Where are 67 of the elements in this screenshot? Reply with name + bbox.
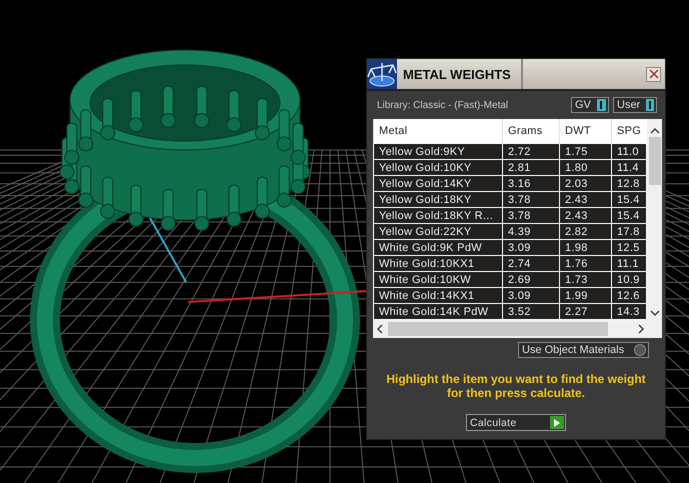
table-cell[interactable]: White Gold:14K PdW bbox=[374, 304, 502, 320]
table-cell[interactable]: 11.4 bbox=[612, 160, 646, 176]
table-cell[interactable]: 2.27 bbox=[560, 304, 612, 320]
table-cell[interactable]: 1.75 bbox=[560, 144, 612, 160]
table-cell[interactable]: 15.4 bbox=[612, 192, 646, 208]
table-cell[interactable]: 2.81 bbox=[502, 160, 560, 176]
table-cell[interactable]: Yellow Gold:18KY R... bbox=[374, 208, 502, 224]
table-cell[interactable]: White Gold:10KX1 bbox=[374, 256, 502, 272]
table-cell[interactable]: 2.82 bbox=[560, 224, 612, 240]
scroll-down-icon[interactable] bbox=[650, 309, 660, 317]
library-label: Library: Classic - (Fast)-Metal bbox=[377, 100, 510, 110]
table-cell[interactable]: 2.43 bbox=[560, 208, 612, 224]
close-icon bbox=[648, 69, 658, 79]
table-cell[interactable]: 3.09 bbox=[502, 288, 560, 304]
gv-toggle[interactable]: GV bbox=[571, 97, 609, 113]
table-cell[interactable]: White Gold:9K PdW bbox=[374, 240, 502, 256]
table-cell[interactable]: Yellow Gold:18KY bbox=[374, 192, 502, 208]
table-cell[interactable]: 2.72 bbox=[502, 144, 560, 160]
table-cell[interactable]: White Gold:14KX1 bbox=[374, 288, 502, 304]
use-object-materials-toggle[interactable]: Use Object Materials bbox=[518, 342, 649, 358]
table-cell[interactable]: 12.8 bbox=[612, 176, 646, 192]
table-cell[interactable]: Yellow Gold:22KY bbox=[374, 224, 502, 240]
scrollbar-thumb[interactable] bbox=[388, 322, 608, 336]
table-cell[interactable]: White Gold:10KW bbox=[374, 272, 502, 288]
horizontal-scrollbar[interactable] bbox=[373, 320, 662, 338]
table-cell[interactable]: 2.43 bbox=[560, 192, 612, 208]
user-toggle[interactable]: User bbox=[613, 97, 657, 113]
play-icon bbox=[550, 416, 564, 429]
table-cell[interactable]: 2.69 bbox=[502, 272, 560, 288]
table-cell[interactable]: 3.16 bbox=[502, 176, 560, 192]
table-cell[interactable]: 3.09 bbox=[502, 240, 560, 256]
vertical-scrollbar[interactable] bbox=[647, 119, 662, 320]
axis-line bbox=[149, 218, 187, 282]
table-cell[interactable]: 1.80 bbox=[560, 160, 612, 176]
table-cell[interactable]: 11.0 bbox=[612, 144, 646, 160]
table-cell[interactable]: Yellow Gold:10KY bbox=[374, 160, 502, 176]
table-cell[interactable]: 2.74 bbox=[502, 256, 560, 272]
calculate-button[interactable]: Calculate bbox=[466, 414, 566, 431]
table-cell[interactable]: 10.9 bbox=[612, 272, 646, 288]
close-button[interactable] bbox=[646, 66, 661, 82]
table-cell[interactable]: 15.4 bbox=[612, 208, 646, 224]
table-cell[interactable]: 12.6 bbox=[612, 288, 646, 304]
table-cell[interactable]: 11.1 bbox=[612, 256, 646, 272]
table-cell[interactable]: Yellow Gold:14KY bbox=[374, 176, 502, 192]
scroll-right-icon[interactable] bbox=[637, 324, 645, 334]
instruction-text: Highlight the item you want to find the weight for then press calculate. bbox=[385, 372, 647, 400]
table-cell[interactable]: 4.39 bbox=[502, 224, 560, 240]
table-cell[interactable]: 1.76 bbox=[560, 256, 612, 272]
table-cell[interactable]: 3.78 bbox=[502, 192, 560, 208]
scales-icon bbox=[367, 59, 397, 89]
table-cell[interactable]: 3.78 bbox=[502, 208, 560, 224]
scrollbar-thumb[interactable] bbox=[648, 137, 660, 185]
table-cell[interactable]: 3.52 bbox=[502, 304, 560, 320]
window-title: METAL WEIGHTS bbox=[397, 59, 523, 89]
table-cell[interactable]: 14.3 bbox=[612, 304, 646, 320]
column-header[interactable]: Metal bbox=[374, 119, 502, 144]
table-cell[interactable]: Yellow Gold:9KY bbox=[374, 144, 502, 160]
table-cell[interactable]: 17.8 bbox=[612, 224, 646, 240]
column-header[interactable]: DWT bbox=[560, 119, 612, 144]
table-cell[interactable]: 12.5 bbox=[612, 240, 646, 256]
scroll-left-icon[interactable] bbox=[376, 324, 384, 334]
table-cell[interactable]: 1.98 bbox=[560, 240, 612, 256]
scroll-up-icon[interactable] bbox=[650, 127, 660, 135]
table-cell[interactable]: 2.03 bbox=[560, 176, 612, 192]
column-header[interactable]: Grams bbox=[502, 119, 560, 144]
table-cell[interactable]: 1.73 bbox=[560, 272, 612, 288]
table-cell[interactable]: 1.99 bbox=[560, 288, 612, 304]
